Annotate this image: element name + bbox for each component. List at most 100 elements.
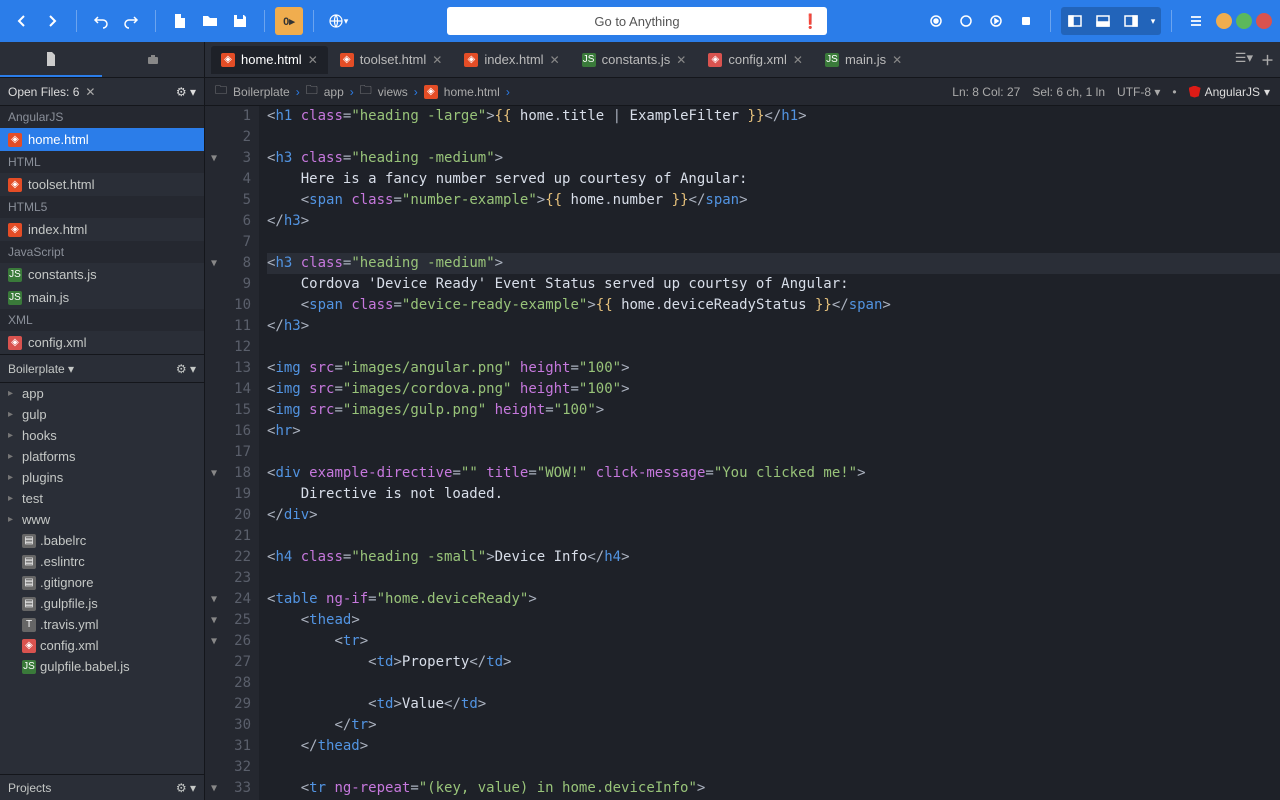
redo-button[interactable] (117, 7, 145, 35)
close-tab-icon[interactable]: ✕ (793, 53, 803, 67)
tree-item[interactable]: ◈config.xml (0, 635, 204, 656)
projects-footer[interactable]: Projects ⚙ ▾ (0, 774, 204, 800)
tabs-menu-icon[interactable]: ☰▾ (1235, 50, 1253, 69)
globe-button[interactable]: ▾ (324, 7, 352, 35)
code-line[interactable]: <img src="images/angular.png" height="10… (267, 358, 1280, 379)
code-line[interactable] (267, 757, 1280, 778)
tree-item[interactable]: ▸app (0, 383, 204, 404)
tree-item[interactable]: T.travis.yml (0, 614, 204, 635)
close-tab-icon[interactable]: ✕ (432, 53, 442, 67)
editor-tab[interactable]: ◈config.xml✕ (698, 46, 813, 74)
code-line[interactable]: Directive is not loaded. (267, 484, 1280, 505)
bottom-panel-toggle[interactable] (1089, 7, 1117, 35)
fold-toggle[interactable]: ▼ (211, 631, 217, 652)
breadcrumb-item[interactable]: Boilerplate (233, 85, 290, 99)
editor-tab[interactable]: ◈index.html✕ (454, 46, 569, 74)
editor-tab[interactable]: ◈home.html✕ (211, 46, 328, 74)
save-macro-button[interactable] (1012, 7, 1040, 35)
code-line[interactable]: Here is a fancy number served up courtes… (267, 169, 1280, 190)
record-macro-button[interactable] (922, 7, 950, 35)
code-line[interactable]: </h3> (267, 316, 1280, 337)
code-line[interactable]: <tr> (267, 631, 1280, 652)
tree-item[interactable]: JSgulpfile.babel.js (0, 656, 204, 677)
code-line[interactable] (267, 568, 1280, 589)
open-file-item[interactable]: ◈toolset.html (0, 173, 204, 196)
tree-item[interactable]: ▸hooks (0, 425, 204, 446)
close-all-files[interactable]: ✕ (85, 85, 95, 99)
sync-button[interactable]: 0▸ (275, 7, 303, 35)
menu-button[interactable] (1182, 7, 1210, 35)
tree-item[interactable]: ▤.gitignore (0, 572, 204, 593)
code-line[interactable]: <td>Value</td> (267, 694, 1280, 715)
code-line[interactable] (267, 232, 1280, 253)
open-file-item[interactable]: JSmain.js (0, 286, 204, 309)
close-tab-icon[interactable]: ✕ (676, 53, 686, 67)
tree-item[interactable]: ▸gulp (0, 404, 204, 425)
code-line[interactable] (267, 526, 1280, 547)
code-editor[interactable]: 12▼34567▼891011121314151617▼181920212223… (205, 106, 1280, 800)
open-file-button[interactable] (196, 7, 224, 35)
breadcrumb-item[interactable]: app (324, 85, 344, 99)
gear-icon[interactable]: ⚙ ▾ (176, 781, 196, 795)
close-tab-icon[interactable]: ✕ (892, 53, 902, 67)
encoding-selector[interactable]: UTF-8 ▾ (1117, 85, 1160, 99)
back-button[interactable] (8, 7, 36, 35)
fold-toggle[interactable]: ▼ (211, 589, 217, 610)
left-panel-toggle[interactable] (1061, 7, 1089, 35)
minimize-button[interactable] (1216, 13, 1232, 29)
gear-icon[interactable]: ⚙ ▾ (176, 362, 196, 376)
editor-tab[interactable]: JSconstants.js✕ (572, 46, 697, 74)
gear-icon[interactable]: ⚙ ▾ (176, 85, 196, 99)
tree-item[interactable]: ▤.eslintrc (0, 551, 204, 572)
breadcrumb-item[interactable]: views (378, 85, 408, 99)
new-file-button[interactable] (166, 7, 194, 35)
code-line[interactable]: <h3 class="heading -medium"> (267, 253, 1280, 274)
syntax-selector[interactable]: AngularJS ▾ (1189, 85, 1270, 99)
code-line[interactable]: <tr ng-repeat="(key, value) in home.devi… (267, 778, 1280, 799)
editor-tab[interactable]: ◈toolset.html✕ (330, 46, 453, 74)
tree-item[interactable]: ▤.babelrc (0, 530, 204, 551)
code-line[interactable]: <thead> (267, 610, 1280, 631)
play-macro-button[interactable] (982, 7, 1010, 35)
sidebar-tab-tools[interactable] (102, 42, 204, 77)
code-line[interactable]: <img src="images/cordova.png" height="10… (267, 379, 1280, 400)
code-line[interactable]: <td>Property</td> (267, 652, 1280, 673)
close-tab-icon[interactable]: ✕ (550, 53, 560, 67)
save-button[interactable] (226, 7, 254, 35)
code-line[interactable]: Cordova 'Device Ready' Event Status serv… (267, 274, 1280, 295)
breadcrumb[interactable]: 🗀Boilerplate›🗀app›🗀views›◈home.html› (215, 81, 510, 102)
stop-macro-button[interactable] (952, 7, 980, 35)
code-line[interactable]: <h1 class="heading -large">{{ home.title… (267, 106, 1280, 127)
editor-tab[interactable]: JSmain.js✕ (815, 46, 912, 74)
code-line[interactable]: </h3> (267, 211, 1280, 232)
tree-item[interactable]: ▸www (0, 509, 204, 530)
close-button[interactable] (1256, 13, 1272, 29)
code-line[interactable] (267, 337, 1280, 358)
code-line[interactable]: <h3 class="heading -medium"> (267, 148, 1280, 169)
code-line[interactable]: </thead> (267, 736, 1280, 757)
close-tab-icon[interactable]: ✕ (308, 53, 318, 67)
undo-button[interactable] (87, 7, 115, 35)
code-line[interactable]: <table ng-if="home.deviceReady"> (267, 589, 1280, 610)
code-line[interactable] (267, 673, 1280, 694)
fold-toggle[interactable]: ▼ (211, 610, 217, 631)
open-file-item[interactable]: ◈index.html (0, 218, 204, 241)
breadcrumb-item[interactable]: home.html (444, 85, 500, 99)
tree-item[interactable]: ▸plugins (0, 467, 204, 488)
fold-toggle[interactable]: ▼ (211, 463, 217, 484)
open-file-item[interactable]: ◈home.html (0, 128, 204, 151)
tree-item[interactable]: ▤.gulpfile.js (0, 593, 204, 614)
code-line[interactable] (267, 442, 1280, 463)
code-line[interactable]: <img src="images/gulp.png" height="100"> (267, 400, 1280, 421)
panel-dropdown[interactable]: ▾ (1145, 7, 1161, 35)
code-line[interactable] (267, 127, 1280, 148)
project-header[interactable]: Boilerplate ▾ ⚙ ▾ (0, 355, 204, 383)
fold-toggle[interactable]: ▼ (211, 778, 217, 799)
sidebar-tab-files[interactable] (0, 42, 102, 77)
code-line[interactable]: </div> (267, 505, 1280, 526)
code-line[interactable]: <h4 class="heading -small">Device Info</… (267, 547, 1280, 568)
tree-item[interactable]: ▸platforms (0, 446, 204, 467)
tree-item[interactable]: ▸test (0, 488, 204, 509)
new-tab-button[interactable]: ＋ (1261, 50, 1274, 69)
code-line[interactable]: <span class="device-ready-example">{{ ho… (267, 295, 1280, 316)
